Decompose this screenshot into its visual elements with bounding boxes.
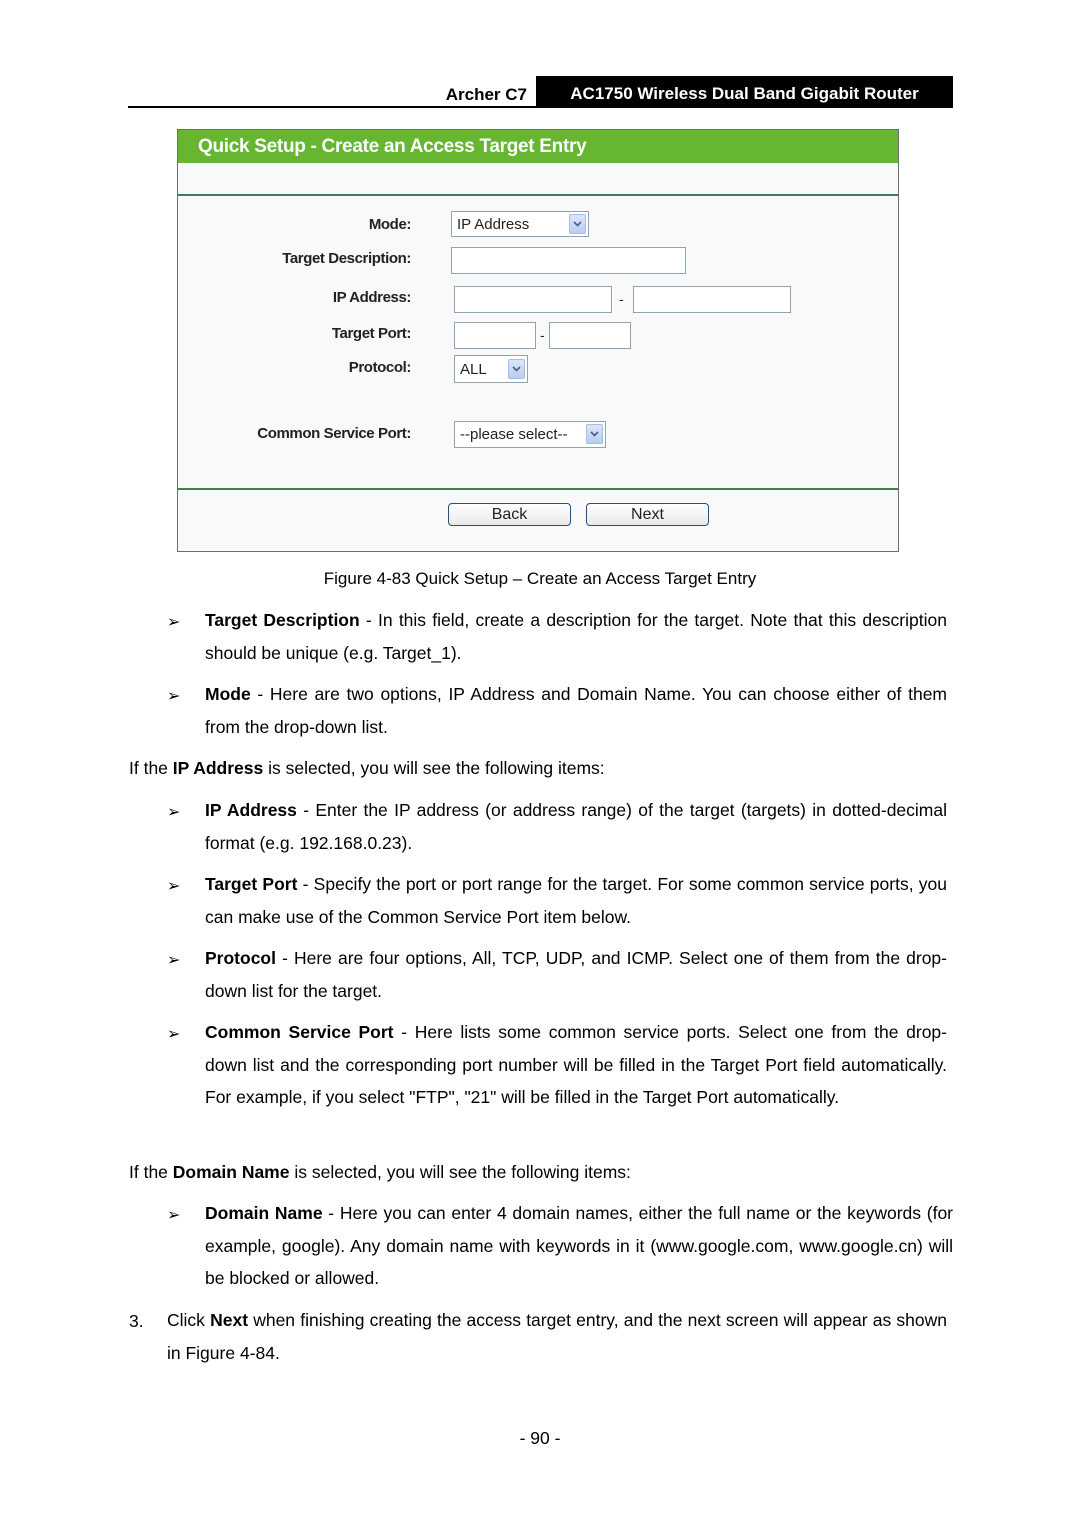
step-term: Next bbox=[210, 1310, 249, 1330]
ip-range-separator: - bbox=[619, 291, 624, 307]
item-term: IP Address bbox=[205, 800, 297, 820]
common-service-port-select[interactable]: --please select-- bbox=[454, 421, 606, 448]
protocol-value: ALL bbox=[460, 361, 487, 378]
chevron-down-icon bbox=[586, 424, 603, 444]
intro-term: Domain Name bbox=[172, 1162, 290, 1182]
mode-label: Mode: bbox=[368, 216, 412, 233]
page-number: - 90 - bbox=[519, 1428, 561, 1448]
target-port-label: Target Port: bbox=[331, 325, 411, 342]
quick-setup-screenshot: Quick Setup - Create an Access Target En… bbox=[177, 129, 899, 552]
mode-value: IP Address bbox=[457, 216, 530, 233]
header-model: Archer C7 bbox=[445, 85, 527, 104]
target-port-end-input[interactable] bbox=[549, 322, 631, 349]
item-target-description: Target Description - In this field, crea… bbox=[205, 604, 947, 669]
bullet-arrow-icon: ➢ bbox=[167, 878, 181, 895]
step-3: Click Next when finishing creating the a… bbox=[167, 1304, 947, 1369]
item-mode: Mode - Here are two options, IP Address … bbox=[205, 678, 947, 743]
intro-term: IP Address bbox=[172, 758, 264, 778]
common-service-port-label: Common Service Port: bbox=[257, 425, 411, 442]
item-term: Common Service Port bbox=[205, 1022, 394, 1042]
header-product: AC1750 Wireless Dual Band Gigabit Router bbox=[536, 76, 953, 106]
item-target-port: Target Port - Specify the port or port r… bbox=[205, 868, 947, 933]
protocol-label: Protocol: bbox=[348, 359, 412, 376]
page-header: Archer C7 AC1750 Wireless Dual Band Giga… bbox=[128, 76, 953, 108]
item-ip-address: IP Address - Enter the IP address (or ad… bbox=[205, 794, 947, 859]
item-term: Target Port bbox=[205, 874, 298, 894]
step-text: when finishing creating the access targe… bbox=[167, 1310, 947, 1363]
item-text: - Here are two options, IP Address and D… bbox=[205, 684, 947, 737]
panel-title: Quick Setup - Create an Access Target En… bbox=[178, 130, 898, 163]
intro-text: is selected, you will see the following … bbox=[289, 1162, 631, 1182]
bullet-arrow-icon: ➢ bbox=[167, 1207, 181, 1224]
ip-address-start-input[interactable] bbox=[454, 286, 612, 313]
intro-text: is selected, you will see the following … bbox=[263, 758, 605, 778]
item-domain-name: Domain Name - Here you can enter 4 domai… bbox=[205, 1197, 953, 1295]
domain-intro: If the Domain Name is selected, you will… bbox=[129, 1156, 949, 1189]
target-description-input[interactable] bbox=[451, 247, 686, 274]
step-text: Click bbox=[167, 1310, 211, 1330]
bullet-arrow-icon: ➢ bbox=[167, 804, 181, 821]
item-term: Target Description bbox=[205, 610, 360, 630]
item-text: - Specify the port or port range for the… bbox=[205, 874, 947, 927]
form-footer: Back Next bbox=[178, 490, 898, 551]
ip-address-end-input[interactable] bbox=[633, 286, 791, 313]
item-term: Mode bbox=[205, 684, 251, 704]
form-body: Mode: IP Address Target Description: IP … bbox=[178, 196, 898, 490]
bullet-arrow-icon: ➢ bbox=[167, 1026, 181, 1043]
bullet-arrow-icon: ➢ bbox=[167, 614, 181, 631]
common-service-port-value: --please select-- bbox=[460, 426, 568, 443]
chevron-down-icon bbox=[569, 214, 586, 234]
item-term: Protocol bbox=[205, 948, 276, 968]
back-button[interactable]: Back bbox=[448, 503, 571, 526]
intro-text: If the bbox=[129, 1162, 173, 1182]
item-common-service-port: Common Service Port - Here lists some co… bbox=[205, 1016, 947, 1114]
bullet-arrow-icon: ➢ bbox=[167, 688, 181, 705]
next-button[interactable]: Next bbox=[586, 503, 709, 526]
intro-text: If the bbox=[129, 758, 173, 778]
step-number: 3. bbox=[129, 1311, 144, 1331]
item-term: Domain Name bbox=[205, 1203, 323, 1223]
item-text: - Here are four options, All, TCP, UDP, … bbox=[205, 948, 947, 1001]
ip-intro: If the IP Address is selected, you will … bbox=[129, 752, 949, 785]
item-protocol: Protocol - Here are four options, All, T… bbox=[205, 942, 947, 1007]
target-description-label: Target Description: bbox=[282, 250, 411, 267]
port-range-separator: - bbox=[540, 327, 545, 343]
bullet-arrow-icon: ➢ bbox=[167, 952, 181, 969]
target-port-start-input[interactable] bbox=[454, 322, 536, 349]
mode-select[interactable]: IP Address bbox=[451, 211, 589, 237]
chevron-down-icon bbox=[508, 359, 525, 379]
item-text: - Enter the IP address (or address range… bbox=[205, 800, 947, 853]
protocol-select[interactable]: ALL bbox=[454, 355, 528, 383]
figure-caption: Figure 4-83 Quick Setup – Create an Acce… bbox=[323, 569, 757, 588]
ip-address-label: IP Address: bbox=[332, 289, 412, 306]
panel-spacer bbox=[178, 163, 898, 196]
